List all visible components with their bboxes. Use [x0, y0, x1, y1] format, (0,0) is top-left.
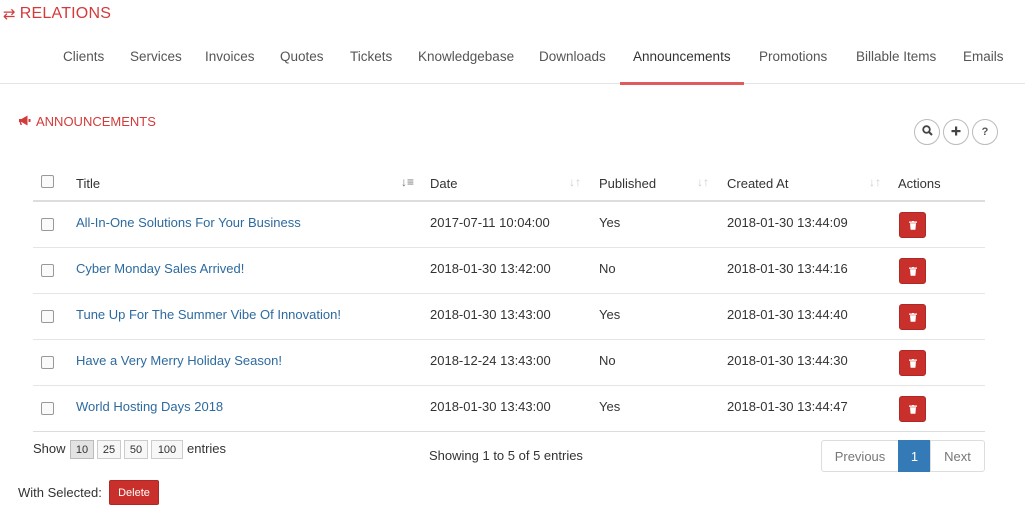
tab-billable-items[interactable]: Billable Items [856, 38, 936, 84]
help-button[interactable]: ? [972, 119, 998, 145]
announcement-date: 2017-07-11 10:04:00 [430, 215, 550, 230]
trash-icon [908, 312, 917, 322]
trash-icon [908, 220, 917, 230]
delete-row-button[interactable] [899, 396, 926, 422]
table-row: World Hosting Days 2018 2018-01-30 13:43… [33, 386, 985, 432]
bullhorn-icon [18, 114, 32, 129]
tab-bar: Clients Services Invoices Quotes Tickets… [0, 38, 1025, 85]
delete-row-button[interactable] [899, 304, 926, 330]
tab-promotions[interactable]: Promotions [759, 38, 827, 84]
announcement-created-at: 2018-01-30 13:44:16 [727, 261, 848, 276]
select-all-checkbox[interactable] [41, 175, 54, 188]
relations-header: ⇄ RELATIONS [3, 5, 111, 23]
previous-page-button[interactable]: Previous [821, 440, 899, 472]
tab-clients[interactable]: Clients [63, 38, 104, 84]
row-checkbox[interactable] [41, 402, 54, 415]
trash-icon [908, 404, 917, 414]
delete-row-button[interactable] [899, 350, 926, 376]
announcement-title-link[interactable]: Cyber Monday Sales Arrived! [76, 261, 244, 276]
trash-icon [908, 358, 917, 368]
announcement-date: 2018-12-24 13:43:00 [430, 353, 551, 368]
help-icon: ? [981, 126, 989, 138]
sort-icon[interactable]: ↓↑ [697, 175, 709, 189]
announcement-published: Yes [599, 215, 621, 230]
delete-row-button[interactable] [899, 212, 926, 238]
announcement-published: Yes [599, 307, 621, 322]
announcement-title-link[interactable]: World Hosting Days 2018 [76, 399, 223, 414]
delete-row-button[interactable] [899, 258, 926, 284]
search-button[interactable] [914, 119, 940, 145]
table-row: Cyber Monday Sales Arrived! 2018-01-30 1… [33, 248, 985, 294]
table-row: Have a Very Merry Holiday Season! 2018-1… [33, 340, 985, 386]
row-checkbox[interactable] [41, 310, 54, 323]
page-length-100[interactable]: 100 [151, 440, 183, 459]
section-header: ANNOUNCEMENTS [18, 114, 156, 129]
sort-icon[interactable]: ↓↑ [869, 175, 881, 189]
show-label: Show [33, 441, 66, 456]
page-length-10[interactable]: 10 [70, 440, 94, 459]
search-icon [921, 125, 933, 139]
trash-icon [908, 266, 917, 276]
row-checkbox[interactable] [41, 264, 54, 277]
announcement-published: No [599, 353, 616, 368]
announcement-title-link[interactable]: Tune Up For The Summer Vibe Of Innovatio… [76, 307, 341, 322]
announcement-created-at: 2018-01-30 13:44:40 [727, 307, 848, 322]
sort-icon[interactable]: ↓↑ [569, 175, 581, 189]
page-1-button[interactable]: 1 [898, 440, 931, 472]
tab-tickets[interactable]: Tickets [350, 38, 392, 84]
announcement-date: 2018-01-30 13:42:00 [430, 261, 551, 276]
tab-announcements[interactable]: Announcements [620, 38, 744, 85]
column-created-at[interactable]: Created At [727, 176, 788, 191]
section-title: ANNOUNCEMENTS [36, 114, 156, 129]
announcement-title-link[interactable]: All-In-One Solutions For Your Business [76, 215, 301, 230]
column-published[interactable]: Published [599, 176, 656, 191]
tab-services[interactable]: Services [130, 38, 182, 84]
column-date[interactable]: Date [430, 176, 457, 191]
announcement-date: 2018-01-30 13:43:00 [430, 399, 551, 414]
table-row: All-In-One Solutions For Your Business 2… [33, 202, 985, 248]
next-page-button[interactable]: Next [930, 440, 985, 472]
table-header: Title ↓≡ Date ↓↑ Published ↓↑ Created At… [33, 165, 985, 202]
row-checkbox[interactable] [41, 218, 54, 231]
entries-label: entries [187, 441, 227, 456]
exchange-icon: ⇄ [3, 6, 16, 23]
column-title[interactable]: Title [76, 176, 100, 191]
add-button[interactable] [943, 119, 969, 145]
announcements-table: Title ↓≡ Date ↓↑ Published ↓↑ Created At… [33, 165, 985, 432]
announcement-date: 2018-01-30 13:43:00 [430, 307, 551, 322]
announcement-title-link[interactable]: Have a Very Merry Holiday Season! [76, 353, 282, 368]
announcement-created-at: 2018-01-30 13:44:30 [727, 353, 848, 368]
plus-icon [951, 126, 961, 139]
row-checkbox[interactable] [41, 356, 54, 369]
tab-knowledgebase[interactable]: Knowledgebase [418, 38, 514, 84]
announcement-created-at: 2018-01-30 13:44:09 [727, 215, 848, 230]
column-actions: Actions [898, 176, 941, 191]
relations-title: RELATIONS [19, 5, 112, 22]
sort-active-icon[interactable]: ↓≡ [401, 175, 414, 189]
tab-downloads[interactable]: Downloads [539, 38, 606, 84]
tab-invoices[interactable]: Invoices [205, 38, 255, 84]
with-selected-label: With Selected: [18, 485, 102, 500]
page-length-50[interactable]: 50 [124, 440, 148, 459]
page-length-25[interactable]: 25 [97, 440, 121, 459]
table-row: Tune Up For The Summer Vibe Of Innovatio… [33, 294, 985, 340]
announcement-published: No [599, 261, 616, 276]
announcement-published: Yes [599, 399, 621, 414]
table-info: Showing 1 to 5 of 5 entries [429, 448, 583, 463]
bulk-delete-button[interactable]: Delete [109, 480, 159, 505]
tab-emails[interactable]: Emails [963, 38, 1004, 84]
announcement-created-at: 2018-01-30 13:44:47 [727, 399, 848, 414]
tab-quotes[interactable]: Quotes [280, 38, 324, 84]
